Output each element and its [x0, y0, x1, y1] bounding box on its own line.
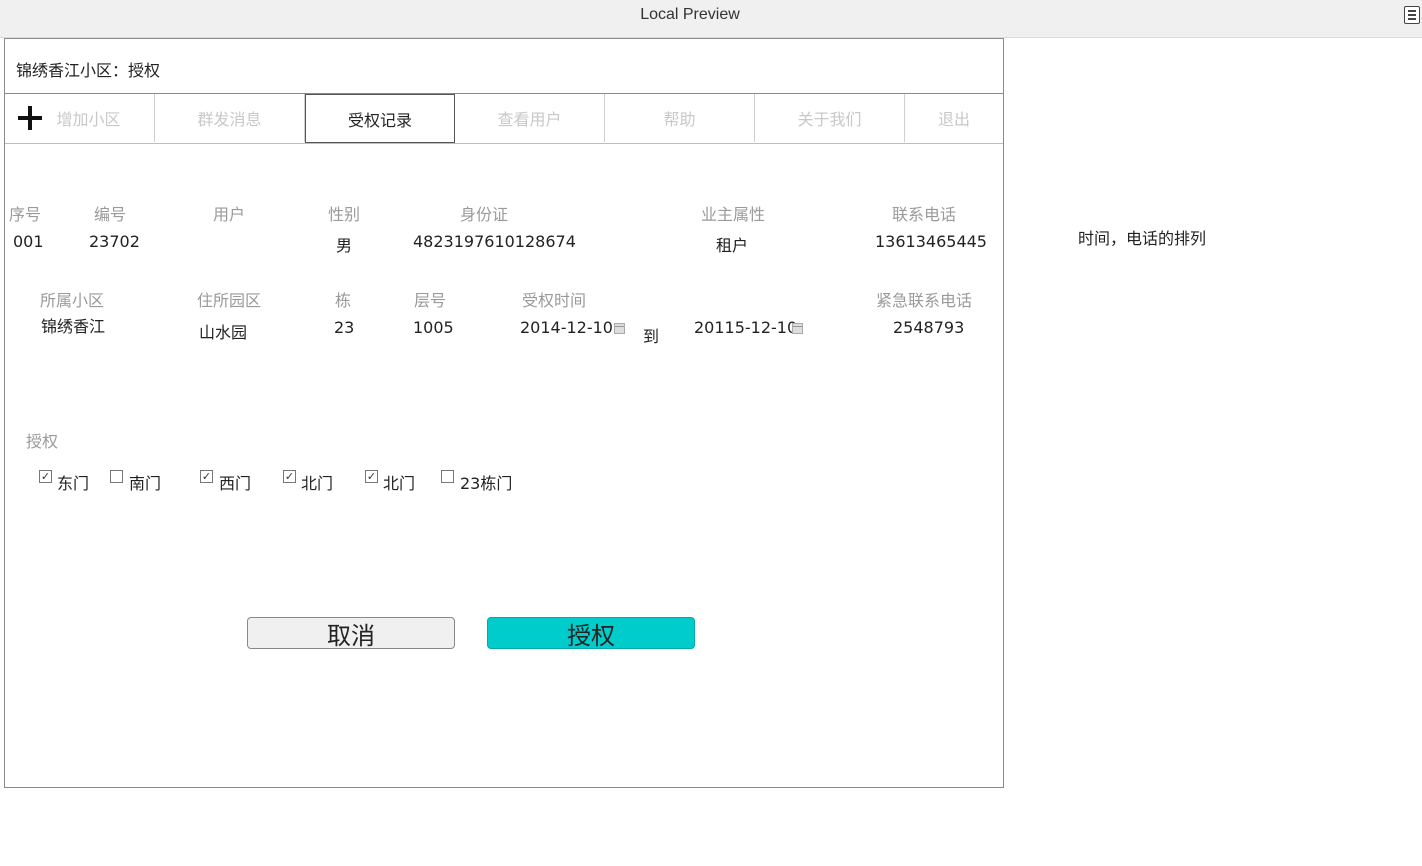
- label-building: 栋: [335, 291, 352, 310]
- tab-logout[interactable]: 退出: [905, 94, 1003, 142]
- label-gender: 性别: [328, 205, 361, 224]
- gate-checkbox-east[interactable]: ✓: [39, 470, 52, 483]
- window-title: Local Preview: [640, 6, 740, 23]
- label-owner-type: 业主属性: [701, 205, 766, 224]
- nav-tabs: 增加小区 群发消息 受权记录 查看用户 帮助 关于我们 退出: [5, 94, 1003, 144]
- calendar-icon[interactable]: [614, 323, 625, 334]
- page-title: 锦绣香江小区：授权: [16, 61, 161, 80]
- page-header: 锦绣香江小区：授权: [5, 39, 1003, 94]
- value-phone: 13613465445: [875, 232, 987, 251]
- tab-label: 群发消息: [197, 110, 262, 129]
- date-to-field[interactable]: 20115-12-10: [694, 318, 797, 337]
- main-frame: 锦绣香江小区：授权 增加小区 群发消息 受权记录 查看用户 帮助 关于我们 退出…: [4, 38, 1004, 788]
- label-auth-time: 受权时间: [522, 291, 587, 310]
- tab-add-community[interactable]: 增加小区: [5, 94, 155, 142]
- tab-label: 查看用户: [497, 110, 562, 129]
- tab-broadcast[interactable]: 群发消息: [155, 94, 305, 142]
- label-floor: 层号: [414, 291, 447, 310]
- gate-checkbox-north-2[interactable]: ✓: [365, 470, 378, 483]
- gate-label: 西门: [219, 474, 252, 493]
- side-note: 时间，电话的排列: [1078, 229, 1207, 248]
- tab-about-us[interactable]: 关于我们: [755, 94, 905, 142]
- label-community: 所属小区: [40, 291, 105, 310]
- value-building: 23: [334, 318, 355, 337]
- tab-label: 增加小区: [56, 110, 121, 129]
- gate-label: 南门: [129, 474, 162, 493]
- auth-section-label: 授权: [26, 432, 59, 451]
- cancel-button[interactable]: 取消: [247, 617, 455, 650]
- gate-label: 23栋门: [460, 474, 513, 493]
- value-id-card: 4823197610128674: [413, 232, 576, 251]
- value-gender: 男: [336, 236, 353, 255]
- value-owner-type: 租户: [716, 236, 749, 255]
- value-emergency-phone: 2548793: [893, 318, 965, 337]
- authorize-button[interactable]: 授权: [487, 617, 695, 650]
- calendar-icon[interactable]: [792, 323, 803, 334]
- tab-label: 受权记录: [347, 110, 412, 130]
- gate-label: 北门: [383, 474, 416, 493]
- title-bar: Local Preview: [0, 0, 1422, 38]
- label-user: 用户: [213, 205, 246, 224]
- label-seq: 序号: [9, 205, 42, 224]
- value-seq: 001: [13, 232, 44, 251]
- label-emergency-phone: 紧急联系电话: [876, 291, 973, 310]
- label-garden: 住所园区: [197, 291, 262, 310]
- gate-checkbox-north-1[interactable]: ✓: [283, 470, 296, 483]
- gate-label: 北门: [301, 474, 334, 493]
- tab-view-users[interactable]: 查看用户: [455, 94, 605, 142]
- tab-label: 帮助: [663, 110, 696, 129]
- tab-label: 关于我们: [797, 110, 862, 129]
- gate-checkbox-west[interactable]: ✓: [200, 470, 213, 483]
- tab-help[interactable]: 帮助: [605, 94, 755, 142]
- tab-auth-records[interactable]: 受权记录: [305, 94, 455, 143]
- label-code: 编号: [94, 205, 127, 224]
- menu-icon[interactable]: [1404, 6, 1420, 24]
- gate-checkbox-south[interactable]: [110, 470, 123, 483]
- value-code: 23702: [89, 232, 140, 251]
- gate-label: 东门: [57, 474, 90, 493]
- tab-label: 退出: [937, 110, 970, 129]
- value-floor: 1005: [413, 318, 454, 337]
- gate-checkbox-building-23[interactable]: [441, 470, 454, 483]
- plus-icon: [18, 106, 42, 130]
- date-range-separator: 到: [643, 327, 660, 346]
- label-id-card: 身份证: [460, 205, 509, 224]
- label-phone: 联系电话: [892, 205, 957, 224]
- date-from-field[interactable]: 2014-12-10: [520, 318, 613, 337]
- value-community: 锦绣香江: [41, 317, 106, 336]
- value-garden: 山水园: [199, 323, 248, 342]
